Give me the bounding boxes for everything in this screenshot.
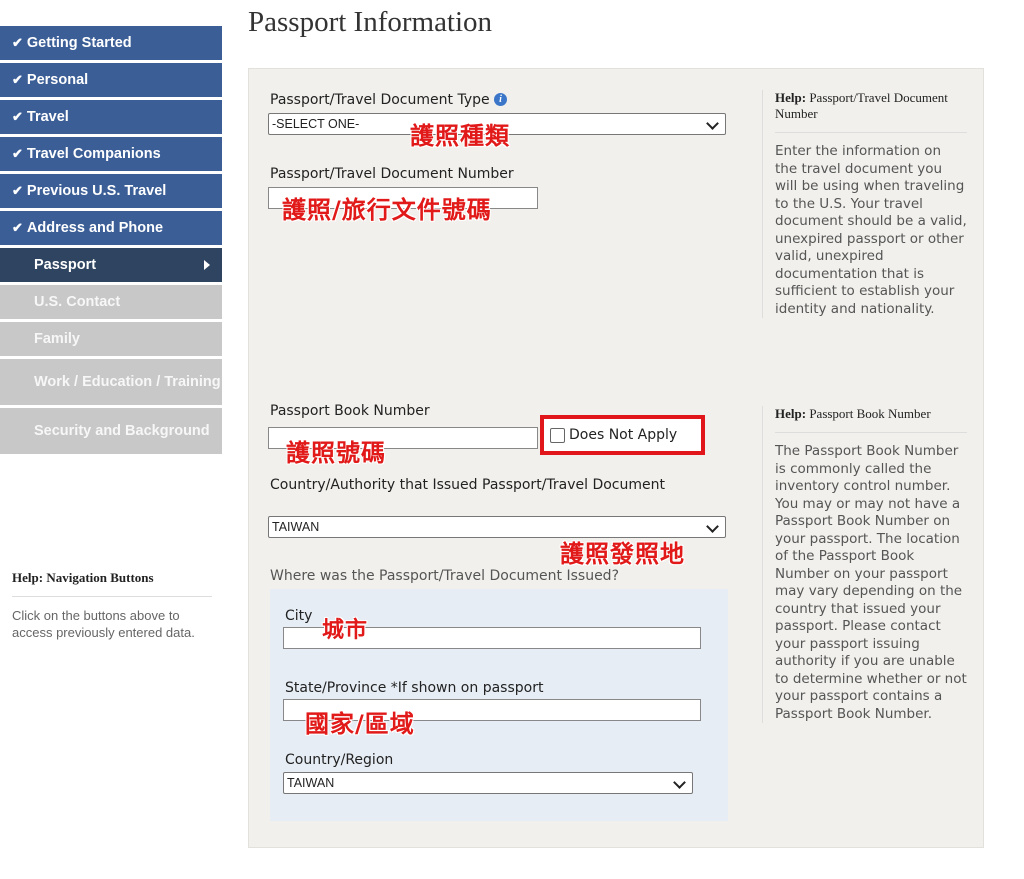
help-title-text: Passport Book Number: [809, 406, 931, 421]
annotation-city: 城市: [322, 618, 369, 643]
book-number-label: Passport Book Number: [270, 403, 430, 419]
sidebar-item-label: Work / Education / Training: [34, 373, 221, 390]
help-body: The Passport Book Number is commonly cal…: [775, 443, 967, 722]
caret-right-icon: [204, 260, 210, 270]
city-label: City: [285, 608, 313, 624]
sidebar-item-passport[interactable]: Passport: [0, 248, 222, 282]
sidebar-item-label: Travel Companions: [26, 146, 161, 162]
checkbox-icon[interactable]: [550, 427, 565, 443]
sidebar-item-work-education: Work / Education / Training: [0, 359, 222, 405]
sidebar-item-label: Getting Started: [26, 35, 132, 51]
sidebar-item-getting-started[interactable]: ✔ Getting Started: [0, 26, 222, 60]
help-title: Help: Passport Book Number: [763, 406, 967, 422]
check-icon: ✔: [12, 220, 23, 235]
help-prefix: Help:: [775, 406, 807, 421]
chevron-down-icon: [706, 117, 719, 130]
where-issued-label: Where was the Passport/Travel Document I…: [270, 568, 620, 584]
sidebar-item-label: Family: [34, 331, 80, 347]
page-title: Passport Information: [248, 6, 493, 38]
country-selected: TAIWAN: [287, 776, 335, 790]
sidebar-item-personal[interactable]: ✔ Personal: [0, 63, 222, 97]
sidebar-item-travel[interactable]: ✔ Travel: [0, 100, 222, 134]
help-prefix: Help:: [12, 570, 44, 585]
doc-type-label: Passport/Travel Document Type i: [270, 92, 508, 108]
help-title: Help: Navigation Buttons: [12, 570, 222, 586]
annotation-book-number: 護照號碼: [286, 439, 386, 467]
check-icon: ✔: [12, 35, 23, 50]
help-body: Click on the buttons above to access pre…: [12, 608, 195, 640]
chevron-down-icon: [706, 520, 719, 533]
state-label: State/Province *If shown on passport: [285, 680, 544, 696]
doc-number-label: Passport/Travel Document Number: [270, 166, 514, 182]
divider: [775, 432, 967, 433]
country-select[interactable]: TAIWAN: [283, 772, 693, 794]
doc-type-label-text: Passport/Travel Document Type: [270, 92, 490, 108]
help-doc-number: Help: Passport/Travel Document Number En…: [762, 90, 967, 318]
doc-type-selected: -SELECT ONE-: [272, 117, 360, 131]
navigation-help: Help: Navigation Buttons Click on the bu…: [0, 570, 222, 641]
chevron-down-icon: [673, 776, 686, 789]
sidebar-nav: ✔ Getting Started ✔ Personal ✔ Travel ✔ …: [0, 26, 222, 457]
sidebar-item-label: Address and Phone: [26, 220, 164, 236]
check-icon: ✔: [12, 146, 23, 161]
annotation-state: 國家/區域: [305, 710, 415, 738]
sidebar-item-previous-us-travel[interactable]: ✔ Previous U.S. Travel: [0, 174, 222, 208]
does-not-apply-checkbox[interactable]: Does Not Apply: [540, 415, 705, 455]
annotation-doc-number: 護照/旅行文件號碼: [282, 196, 492, 224]
help-title: Help: Passport/Travel Document Number: [763, 90, 967, 122]
sidebar-item-label: U.S. Contact: [34, 294, 121, 310]
issuing-country-label: Country/Authority that Issued Passport/T…: [270, 477, 665, 493]
sidebar-item-label: Security and Background: [34, 422, 210, 439]
sidebar-item-label: Previous U.S. Travel: [26, 183, 167, 199]
issuing-country-selected: TAIWAN: [272, 520, 320, 534]
sidebar-item-family: Family: [0, 322, 222, 356]
does-not-apply-label: Does Not Apply: [569, 427, 678, 443]
help-book-number: Help: Passport Book Number The Passport …: [762, 406, 967, 723]
sidebar-item-label: Passport: [34, 257, 97, 273]
help-prefix: Help:: [775, 90, 807, 105]
check-icon: ✔: [12, 183, 23, 198]
annotation-issuing-place: 護照發照地: [560, 540, 685, 568]
country-label: Country/Region: [285, 752, 394, 768]
check-icon: ✔: [12, 109, 23, 124]
help-title-text: Navigation Buttons: [46, 570, 154, 585]
sidebar-item-us-contact: U.S. Contact: [0, 285, 222, 319]
sidebar-item-address-and-phone[interactable]: ✔ Address and Phone: [0, 211, 222, 245]
check-icon: ✔: [12, 72, 23, 87]
sidebar-item-travel-companions[interactable]: ✔ Travel Companions: [0, 137, 222, 171]
divider: [12, 596, 212, 597]
annotation-doc-type: 護照種類: [410, 122, 510, 150]
sidebar-item-security: Security and Background: [0, 408, 222, 454]
sidebar-item-label: Personal: [26, 72, 89, 88]
sidebar-item-label: Travel: [26, 109, 69, 125]
info-icon[interactable]: i: [494, 93, 508, 106]
help-body: Enter the information on the travel docu…: [775, 143, 967, 317]
divider: [775, 132, 967, 133]
